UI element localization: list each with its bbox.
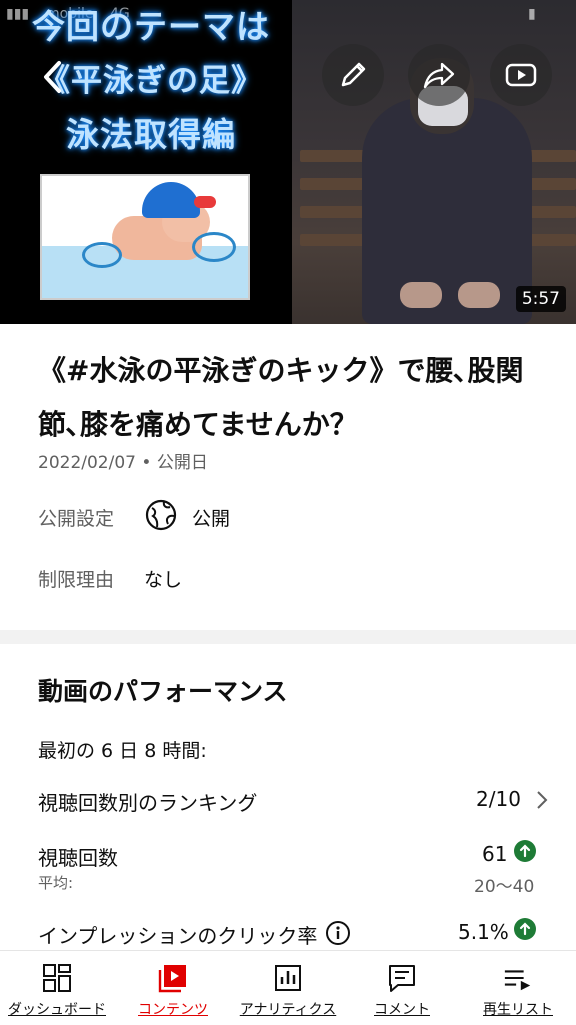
restriction-label: 制限理由 — [38, 569, 115, 591]
share-icon — [423, 62, 455, 89]
person-hand — [458, 282, 500, 308]
swimmer-illustration — [40, 174, 250, 300]
back-icon — [44, 61, 61, 93]
nav-playlists-label: 再生リスト — [483, 1002, 553, 1018]
info-icon[interactable] — [325, 920, 351, 950]
visibility-label: 公開設定 — [38, 508, 115, 530]
avg-value: 20～40 — [474, 877, 535, 897]
dot-separator: • — [141, 453, 157, 473]
performance-title: 動画のパフォーマンス — [38, 677, 288, 706]
dashboard-icon — [42, 963, 72, 993]
swim-cap — [142, 182, 200, 218]
ctr-value: 5.1% — [458, 920, 509, 944]
battery-icon: ▮ — [528, 6, 536, 22]
video-title: 《#水泳の平泳ぎのキック》で腰､股関節､膝を痛めてませんか？ — [38, 354, 524, 441]
nav-content[interactable]: コンテンツ — [114, 951, 232, 1025]
goggle-icon — [194, 196, 216, 208]
views-label: 視聴回数 — [38, 846, 118, 870]
restriction-value: なし — [144, 569, 183, 591]
views-value: 61 — [482, 842, 508, 866]
pencil-icon — [341, 62, 366, 87]
back-button[interactable] — [28, 52, 78, 102]
youtube-icon — [505, 63, 537, 87]
avg-label: 平均: — [38, 874, 74, 892]
splash-shape — [192, 232, 236, 262]
globe-icon — [144, 498, 178, 536]
nav-analytics[interactable]: アナリティクス — [232, 951, 344, 1025]
nav-dashboard-label: ダッシュボード — [8, 1002, 106, 1018]
nav-dashboard[interactable]: ダッシュボード — [0, 951, 114, 1025]
playlist-icon — [503, 963, 533, 993]
duration-badge: 5:57 — [515, 286, 566, 312]
splash-shape — [82, 242, 122, 268]
nav-comments[interactable]: コメント — [344, 951, 460, 1025]
section-divider — [0, 630, 576, 644]
ctr-label: インプレッションのクリック率 — [38, 924, 318, 948]
ranking-label: 視聴回数別のランキング — [38, 791, 258, 815]
nav-playlists[interactable]: 再生リスト — [460, 951, 576, 1025]
trend-up-icon — [514, 840, 536, 862]
analytics-icon — [273, 963, 303, 993]
publish-date: 2022/02/07 • 公開日 — [38, 448, 208, 473]
chevron-right-icon — [536, 790, 548, 814]
performance-period: 最初の 6 日 8 時間: — [38, 740, 207, 762]
trend-up-icon — [514, 918, 536, 940]
nav-content-label: コンテンツ — [138, 1002, 208, 1018]
overlay-line: 泳法取得編 — [66, 115, 236, 154]
person-hand — [400, 282, 442, 308]
ranking-value: 2/10 — [476, 787, 521, 811]
content-icon — [158, 963, 188, 993]
overlay-line: 今回のテーマは — [32, 7, 270, 46]
bottom-navigation: ダッシュボード コンテンツ アナリティクス コメント 再生リスト — [0, 950, 576, 1024]
visibility-value[interactable]: 公開 — [192, 504, 230, 531]
nav-analytics-label: アナリティクス — [239, 1002, 337, 1018]
nav-comments-label: コメント — [374, 1002, 430, 1018]
comment-icon — [387, 963, 417, 993]
youtube-button[interactable] — [490, 44, 552, 106]
share-button[interactable] — [408, 44, 470, 106]
video-player[interactable]: ▮▮▮ mobile 4G ▮ 今回のテーマは 《平泳ぎの足》 泳法取得編 5:… — [0, 0, 576, 324]
publish-date-suffix: 公開日 — [156, 453, 208, 473]
publish-date-value: 2022/02/07 — [38, 453, 136, 473]
edit-button[interactable] — [322, 44, 384, 106]
